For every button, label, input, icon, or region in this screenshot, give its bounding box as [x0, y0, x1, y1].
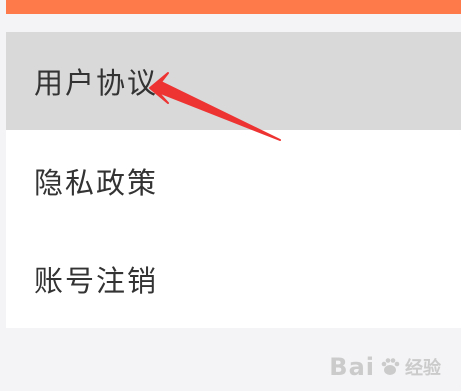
- menu-item-account-cancellation[interactable]: 账号注销: [6, 230, 461, 328]
- watermark-sub-text: 经验: [405, 358, 441, 379]
- menu-item-label: 用户协议: [34, 66, 159, 100]
- paw-icon: [381, 358, 400, 375]
- menu-item-label: 隐私政策: [34, 166, 159, 200]
- top-header-bar: [6, 0, 461, 14]
- watermark-text: Bai: [329, 353, 375, 381]
- menu-item-privacy-policy[interactable]: 隐私政策: [6, 132, 461, 230]
- menu-item-user-agreement[interactable]: 用户协议: [6, 32, 461, 130]
- menu-list: 用户协议 隐私政策 账号注销: [6, 32, 461, 328]
- baidu-watermark: Bai 经验: [329, 353, 441, 381]
- menu-item-label: 账号注销: [34, 264, 159, 298]
